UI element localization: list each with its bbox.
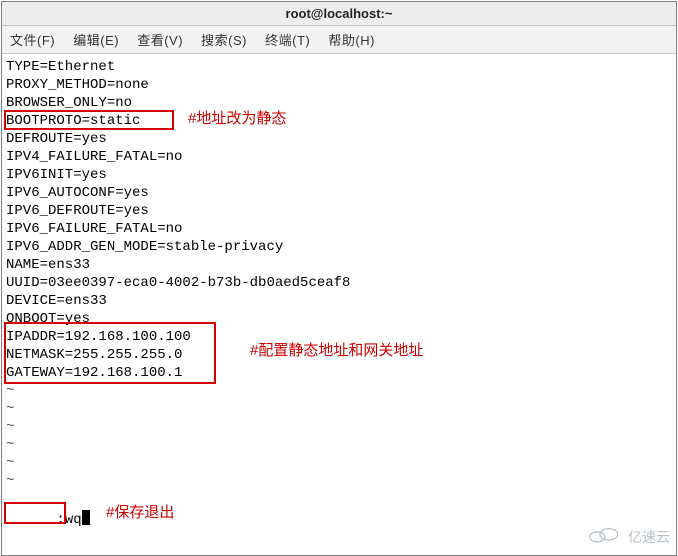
config-line: NAME=ens33: [6, 256, 672, 274]
vim-tilde: ~: [6, 418, 672, 436]
window-titlebar: root@localhost:~: [2, 2, 676, 26]
config-line: IPV6_FAILURE_FATAL=no: [6, 220, 672, 238]
menu-file[interactable]: 文件(F): [10, 33, 55, 48]
annotation-ip-config: #配置静态地址和网关地址: [250, 342, 423, 360]
config-line: TYPE=Ethernet: [6, 58, 672, 76]
watermark: 亿速云: [586, 525, 670, 548]
window-title: root@localhost:~: [286, 6, 393, 21]
config-line: ONBOOT=yes: [6, 310, 672, 328]
text-cursor: [82, 510, 90, 525]
vim-tilde: ~: [6, 382, 672, 400]
config-line: GATEWAY=192.168.100.1: [6, 364, 672, 382]
annotation-save-exit: #保存退出: [106, 504, 174, 522]
config-line: BROWSER_ONLY=no: [6, 94, 672, 112]
menu-edit[interactable]: 编辑(E): [73, 33, 119, 48]
vim-tilde: ~: [6, 436, 672, 454]
config-line: IPV6_ADDR_GEN_MODE=stable-privacy: [6, 238, 672, 256]
config-line: IPV6_AUTOCONF=yes: [6, 184, 672, 202]
config-line: BOOTPROTO=static: [6, 112, 672, 130]
menu-help[interactable]: 帮助(H): [328, 33, 375, 48]
config-line: IPV6_DEFROUTE=yes: [6, 202, 672, 220]
vim-tilde: ~: [6, 400, 672, 418]
vim-tilde: ~: [6, 454, 672, 472]
annotation-static-addr: #地址改为静态: [188, 110, 286, 128]
config-line: IPV4_FAILURE_FATAL=no: [6, 148, 672, 166]
menu-search[interactable]: 搜索(S): [201, 33, 247, 48]
menu-terminal[interactable]: 终端(T): [265, 33, 310, 48]
menu-bar: 文件(F) 编辑(E) 查看(V) 搜索(S) 终端(T) 帮助(H): [2, 26, 676, 54]
vim-tilde: ~: [6, 472, 672, 490]
cloud-icon: [586, 525, 624, 548]
config-line: PROXY_METHOD=none: [6, 76, 672, 94]
menu-view[interactable]: 查看(V): [137, 33, 183, 48]
config-line: DEVICE=ens33: [6, 292, 672, 310]
config-line: UUID=03ee0397-eca0-4002-b73b-db0aed5ceaf…: [6, 274, 672, 292]
terminal-area[interactable]: TYPE=Ethernet PROXY_METHOD=none BROWSER_…: [2, 54, 676, 555]
config-line: DEFROUTE=yes: [6, 130, 672, 148]
vim-command: :wq: [56, 512, 81, 528]
watermark-text: 亿速云: [628, 527, 670, 547]
config-line: IPV6INIT=yes: [6, 166, 672, 184]
